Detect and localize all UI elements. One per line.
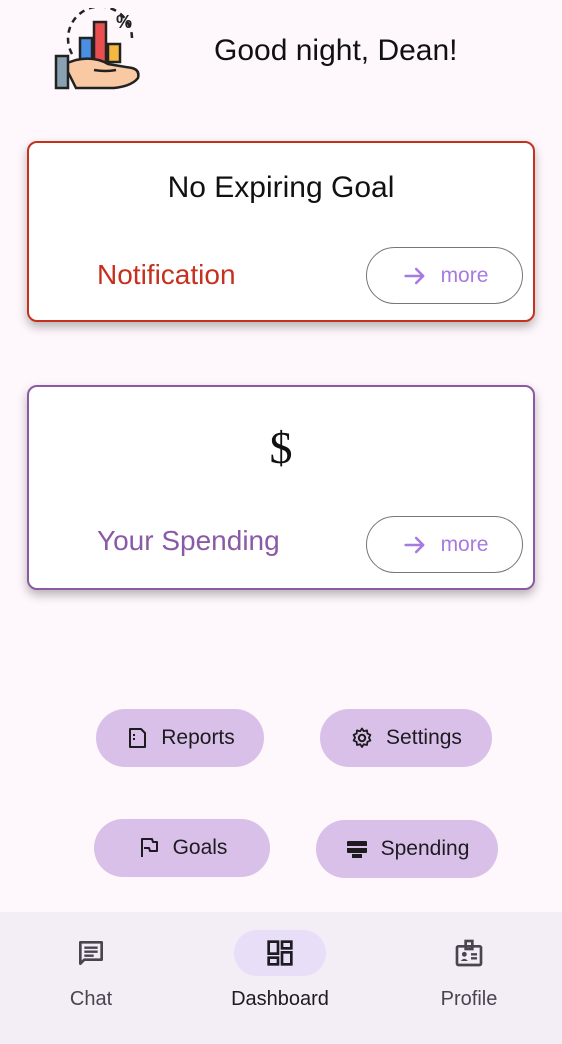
spending-more-button[interactable]: more [366,516,523,573]
goals-button-label: Goals [172,836,228,859]
spending-button-label: Spending [380,837,470,860]
reports-button[interactable]: Reports [96,709,264,767]
arrow-right-icon [403,267,425,284]
nav-label-dashboard: Dashboard [231,988,329,1010]
dashboard-screen: % Good night, Dean! No Expiring Goal Not… [0,0,562,1044]
goals-button[interactable]: Goals [94,819,270,877]
spending-card: $ Your Spending more [27,385,535,590]
nav-label-chat: Chat [69,988,113,1010]
reports-button-label: Reports [161,726,235,749]
finance-hand-chart-icon: % [54,5,146,92]
arrow-right-icon [403,536,425,553]
nav-item-dashboard[interactable]: Dashboard [210,912,350,1011]
payments-terminal-icon [346,841,367,858]
nav-label-profile: Profile [440,988,498,1010]
spending-card-amount: $ [269,422,293,473]
spending-button[interactable]: Spending [316,820,498,878]
nav-icon-container [423,930,515,976]
gear-icon [352,727,372,748]
nav-icon-container-active [234,930,326,976]
nav-item-chat[interactable]: Chat [21,912,161,1011]
notification-more-label: more [440,263,489,287]
nav-item-profile[interactable]: Profile [399,912,539,1011]
svg-text:%: % [116,12,132,32]
settings-button[interactable]: Settings [320,709,492,767]
greeting-text: Good night, Dean! [214,34,458,67]
notification-card: No Expiring Goal Notification more [27,141,535,322]
notification-more-button[interactable]: more [366,247,523,304]
settings-button-label: Settings [386,726,462,749]
nav-icon-container [45,930,137,976]
notification-card-title: No Expiring Goal [167,171,395,204]
profile-badge-icon [455,939,483,967]
bottom-navigation: Chat Dashboard Profile [0,912,562,1044]
spending-card-label: Your Spending [97,525,280,556]
dashboard-icon [267,940,293,966]
flag-icon [140,838,158,857]
notification-card-label: Notification [97,259,236,290]
report-icon [129,728,147,748]
chat-icon [79,941,103,965]
spending-more-label: more [440,532,489,556]
